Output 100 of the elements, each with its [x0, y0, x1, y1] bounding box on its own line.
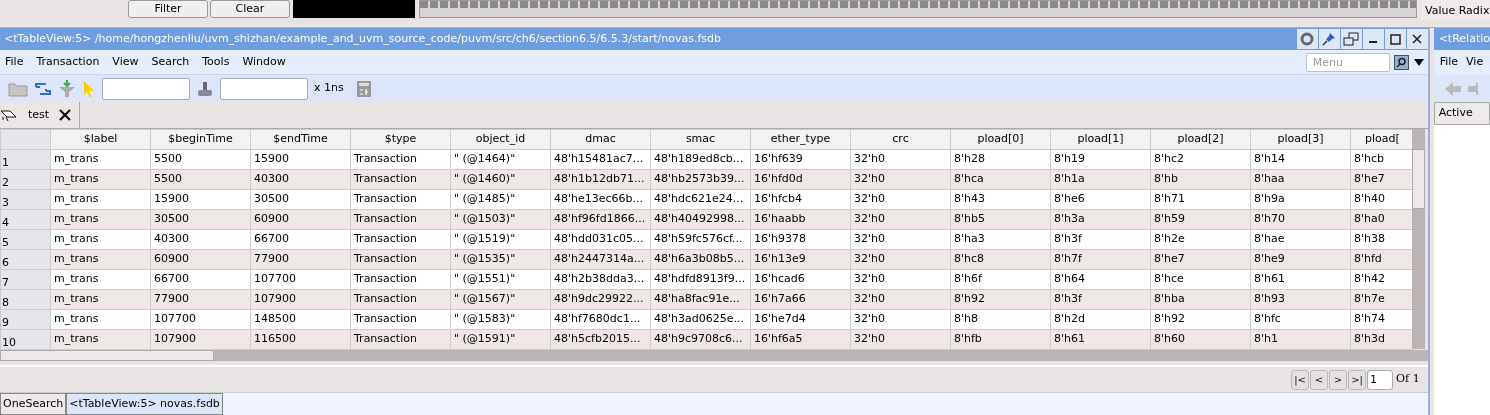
row-number: 6	[2, 256, 9, 269]
funnel-icon[interactable]	[58, 79, 76, 98]
maximize-icon[interactable]	[1384, 29, 1406, 49]
menu-item[interactable]: Tools	[202, 53, 230, 71]
table-cell: 107700	[250, 269, 351, 290]
minimize-icon[interactable]	[1362, 29, 1384, 49]
table-cell: 5500	[150, 169, 251, 190]
forward-arrow-icon[interactable]	[1467, 80, 1478, 97]
table-cell: Transaction	[350, 189, 451, 210]
folder-icon[interactable]	[8, 80, 28, 97]
table-cell: m_trans	[50, 289, 151, 310]
horizontal-scrollbar[interactable]	[0, 350, 1428, 361]
menu-item[interactable]: Vie	[1466, 54, 1484, 71]
calculator-icon[interactable]	[355, 79, 372, 98]
row-number: 8	[2, 296, 9, 309]
table-cell: 16'h13e9	[750, 249, 851, 270]
time-input-field[interactable]	[102, 77, 190, 100]
table-cell: 8'h3f	[1050, 229, 1151, 250]
table-cell: 8'h59	[1150, 209, 1251, 230]
table-cell: " (@1551)"	[450, 269, 551, 290]
column-header[interactable]: crc	[892, 132, 909, 146]
back-arrow-icon[interactable]	[1443, 80, 1462, 97]
toolbar-button[interactable]: Clear	[210, 0, 290, 18]
table-cell: 32'h0	[850, 229, 951, 250]
menu-item[interactable]: Transaction	[36, 53, 100, 71]
time-unit-label: x 1ns	[314, 80, 344, 97]
table-cell: 16'h9378	[750, 229, 851, 250]
close-icon[interactable]	[59, 109, 72, 121]
table-cell: 32'h0	[850, 149, 951, 170]
table-cell: 8'h1	[1250, 329, 1351, 350]
table-cell: 8'h70	[1250, 209, 1351, 230]
tab[interactable]: <tTableView:5> novas.fsdb	[66, 393, 223, 415]
table-cell: 8'he9	[1250, 249, 1351, 270]
table-cell: 15900	[150, 189, 251, 210]
pager-button[interactable]: <	[1310, 369, 1329, 390]
pager-button[interactable]: >	[1329, 369, 1348, 390]
vertical-scrollbar[interactable]	[1412, 129, 1425, 349]
time-input-field[interactable]	[220, 77, 308, 100]
table-cell: m_trans	[50, 329, 151, 350]
menu-item[interactable]: View	[112, 53, 139, 71]
pager-button[interactable]: |<	[1291, 369, 1310, 390]
table-cell: 8'hba	[1150, 289, 1251, 310]
menu-search-field[interactable]: Menu	[1305, 52, 1390, 72]
scrollbar-thumb[interactable]	[1412, 149, 1425, 209]
table-cell: " (@1535)"	[450, 249, 551, 270]
table-cell: " (@1591)"	[450, 329, 551, 350]
table-cell: 16'h7a66	[750, 289, 851, 310]
table-cell: 16'hf639	[750, 149, 851, 170]
toolbar-button[interactable]: Filter	[128, 0, 208, 18]
menu-item[interactable]: File	[5, 53, 24, 71]
panel-title: <tRelatio	[1438, 30, 1490, 47]
undock-icon[interactable]	[1340, 29, 1362, 49]
table-cell: 8'hc2	[1150, 149, 1251, 170]
table-cell: 8'hca	[950, 169, 1051, 190]
table-cell: 16'he7d4	[750, 309, 851, 330]
table-cell: 32'h0	[850, 329, 951, 350]
table-cell: 8'h60	[1150, 329, 1251, 350]
tab[interactable]: test	[0, 102, 81, 128]
search-icon[interactable]	[1393, 54, 1409, 70]
table-cell: 48'hdd031c05...	[550, 229, 651, 250]
scrollbar-thumb[interactable]	[0, 350, 214, 361]
row-number: 9	[2, 316, 9, 329]
table-cell: 8'hae	[1250, 229, 1351, 250]
table-cell: 48'h2447314a...	[550, 249, 651, 270]
table-cell: 8'h92	[1150, 309, 1251, 330]
table-cell: 8'h64	[1050, 269, 1151, 290]
table-cell: m_trans	[50, 169, 151, 190]
link-arrows-icon[interactable]	[34, 80, 52, 97]
page-number-field[interactable]: 1	[1367, 369, 1394, 390]
refresh-icon[interactable]	[1296, 29, 1318, 49]
plunger-icon[interactable]	[196, 79, 214, 98]
menu-item[interactable]: Search	[151, 53, 190, 71]
table-cell: 16'hcad6	[750, 269, 851, 290]
table-cell: 8'h9a	[1250, 189, 1351, 210]
table-cell: 48'h40492998...	[650, 209, 751, 230]
pin-icon[interactable]	[1318, 29, 1340, 49]
table-cell: 5500	[150, 149, 251, 170]
table-cell: 32'h0	[850, 249, 951, 270]
table-cell: 148500	[250, 309, 351, 330]
menu-item[interactable]: Window	[242, 53, 286, 71]
table-cell: 8'h92	[950, 289, 1051, 310]
table-cell: 48'h2b38dda3...	[550, 269, 651, 290]
table-cell: 8'haa	[1250, 169, 1351, 190]
table-cell: 8'h93	[1250, 289, 1351, 310]
table-cell: 107700	[150, 309, 251, 330]
table-cell: Transaction	[350, 209, 451, 230]
table-cell: 48'h9dc29922...	[550, 289, 651, 310]
close-icon[interactable]	[1406, 29, 1428, 49]
pager-button[interactable]: >|	[1348, 369, 1367, 390]
pointer-icon[interactable]	[82, 79, 96, 98]
menu-item[interactable]: File	[1439, 54, 1459, 71]
tab[interactable]: OneSearch	[0, 393, 67, 415]
timeline-ruler[interactable]	[419, 0, 1417, 18]
dropdown-arrow-icon[interactable]	[1413, 58, 1424, 66]
table-cell: 8'h3f	[1050, 289, 1151, 310]
row-number: 7	[2, 276, 9, 289]
table-cell: 8'h3a	[1050, 209, 1151, 230]
table-cell: 48'he13ec66b...	[550, 189, 651, 210]
table-cell: 48'hb2573b39...	[650, 169, 751, 190]
table-cell: " (@1503)"	[450, 209, 551, 230]
